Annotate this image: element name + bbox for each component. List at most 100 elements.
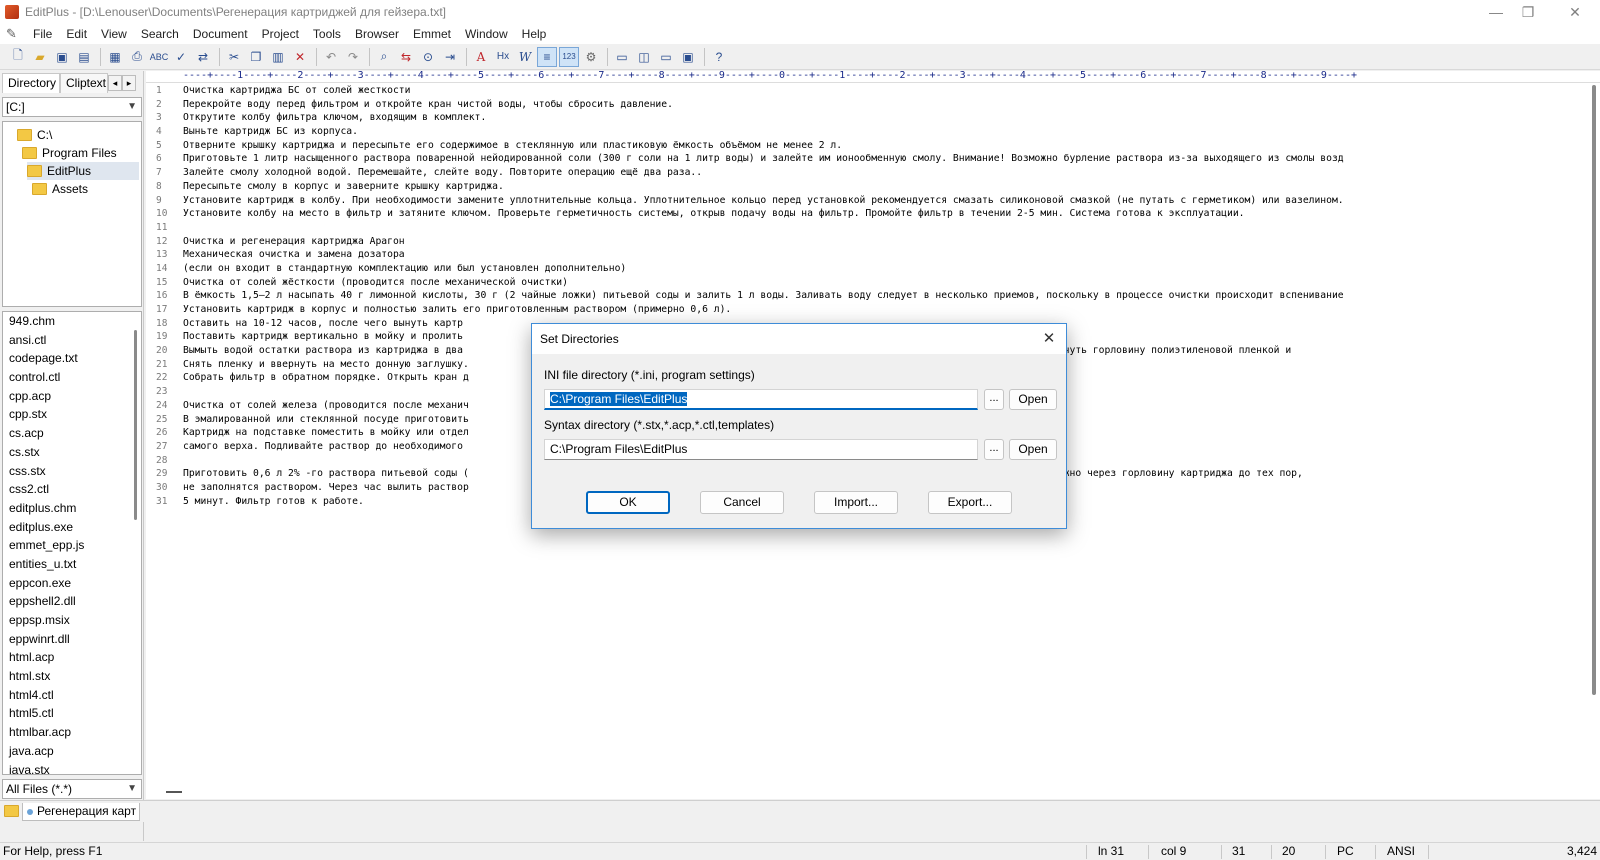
file-item[interactable]: html.stx (3, 667, 141, 686)
text-line[interactable]: Очистка и регенерация картриджа Арагон (183, 235, 1555, 249)
close-button[interactable]: ✕ (1552, 0, 1598, 24)
document-tab[interactable]: Регенерация карт (22, 803, 141, 821)
file-item[interactable]: html5.ctl (3, 704, 141, 723)
file-item[interactable]: eppcon.exe (3, 574, 141, 593)
file-item[interactable]: htmlbar.acp (3, 723, 141, 742)
screen-2-icon[interactable]: ◫ (634, 47, 654, 67)
text-line[interactable]: Установите картридж в колбу. При необход… (183, 194, 1555, 208)
text-line[interactable]: В ёмкость 1,5–2 л насыпать 40 г лимонной… (183, 289, 1555, 303)
file-item[interactable]: cs.stx (3, 443, 141, 462)
save-all-icon[interactable]: ▤ (74, 47, 94, 67)
file-item[interactable]: css.stx (3, 462, 141, 481)
text-line[interactable]: (если он входит в стандартную комплектац… (183, 262, 1555, 276)
tab-scroll-right-icon[interactable]: ▸ (122, 75, 136, 91)
open-icon[interactable]: ▰ (30, 47, 50, 67)
redo-icon[interactable]: ↷ (343, 47, 363, 67)
tab-scroll-left-icon[interactable]: ◂ (108, 75, 122, 91)
file-item[interactable]: editplus.exe (3, 518, 141, 537)
file-item[interactable]: eppshell2.dll (3, 592, 141, 611)
text-line[interactable]: Механическая очистка и замена дозатора (183, 248, 1555, 262)
export-button[interactable]: Export... (928, 491, 1012, 514)
screen-4-icon[interactable]: ▣ (678, 47, 698, 67)
file-item[interactable]: cs.acp (3, 424, 141, 443)
tree-node-root[interactable]: C:\ (17, 126, 52, 144)
cut-icon[interactable]: ✂ (224, 47, 244, 67)
word-wrap-icon[interactable]: W (515, 47, 535, 67)
file-item[interactable]: cpp.stx (3, 405, 141, 424)
dialog-close-icon[interactable]: ✕ (1040, 330, 1058, 348)
text-line[interactable]: Установить картридж в корпус и полностью… (183, 303, 1555, 317)
undo-icon[interactable]: ↶ (321, 47, 341, 67)
menu-view[interactable]: View (94, 24, 134, 44)
file-item[interactable]: java.stx (3, 761, 141, 775)
file-item[interactable]: entities_u.txt (3, 555, 141, 574)
font-icon[interactable]: A (471, 47, 491, 67)
go-to-icon[interactable]: ⇥ (440, 47, 460, 67)
text-line[interactable] (183, 221, 1555, 235)
text-line[interactable]: Залейте смолу холодной водой. Перемешайт… (183, 166, 1555, 180)
ini-directory-field[interactable]: C:\Program Files\EditPlus (544, 389, 978, 410)
file-item[interactable]: html4.ctl (3, 686, 141, 705)
cancel-button[interactable]: Cancel (700, 491, 784, 514)
menu-help[interactable]: Help (515, 24, 554, 44)
file-item[interactable]: control.ctl (3, 368, 141, 387)
menu-browser[interactable]: Browser (348, 24, 406, 44)
menu-window[interactable]: Window (458, 24, 515, 44)
save-icon[interactable]: ▣ (52, 47, 72, 67)
syntax-directory-field[interactable]: C:\Program Files\EditPlus (544, 439, 978, 460)
check-icon[interactable]: ✓ (171, 47, 191, 67)
tab-directory[interactable]: Directory (2, 73, 60, 93)
ini-open-button[interactable]: Open (1009, 389, 1057, 410)
file-item[interactable]: html.acp (3, 648, 141, 667)
file-list-scrollbar[interactable] (134, 330, 137, 520)
replace-icon[interactable]: ⇆ (396, 47, 416, 67)
ok-button[interactable]: OK (586, 491, 670, 514)
vertical-scrollbar[interactable] (1592, 85, 1596, 695)
horizontal-scrollbar[interactable] (166, 791, 182, 793)
syntax-browse-button[interactable]: ... (984, 439, 1004, 460)
text-line[interactable]: Перекройте воду перед фильтром и откройт… (183, 98, 1555, 112)
text-line[interactable]: Выньте картридж БС из корпуса. (183, 125, 1555, 139)
file-item[interactable]: eppsp.msix (3, 611, 141, 630)
menu-search[interactable]: Search (134, 24, 186, 44)
find-in-files-icon[interactable]: ⊙ (418, 47, 438, 67)
maximize-button[interactable]: ❐ (1505, 0, 1551, 24)
print-preview-icon[interactable]: ▦ (105, 47, 125, 67)
file-item[interactable]: 949.chm (3, 312, 141, 331)
menu-file[interactable]: File (26, 24, 59, 44)
syntax-open-button[interactable]: Open (1009, 439, 1057, 460)
ftp-icon[interactable]: ⇄ (193, 47, 213, 67)
screen-1-icon[interactable]: ▭ (612, 47, 632, 67)
file-item[interactable]: java.acp (3, 742, 141, 761)
file-filter-select[interactable]: All Files (*.*) ▼ (2, 779, 142, 799)
menu-document[interactable]: Document (186, 24, 255, 44)
hex-icon[interactable]: Hx (493, 47, 513, 67)
file-item[interactable]: ansi.ctl (3, 331, 141, 350)
text-line[interactable]: Открутите колбу фильтра ключом, входящим… (183, 111, 1555, 125)
new-file-icon[interactable]: 🗋 (8, 47, 28, 67)
text-line[interactable]: Очистка от солей жёсткости (проводится п… (183, 276, 1555, 290)
file-item[interactable]: cpp.acp (3, 387, 141, 406)
tab-cliptext[interactable]: Cliptext (60, 73, 108, 93)
file-item[interactable]: emmet_epp.js (3, 536, 141, 555)
import-button[interactable]: Import... (814, 491, 898, 514)
file-item[interactable]: css2.ctl (3, 480, 141, 499)
file-item[interactable]: eppwinrt.dll (3, 630, 141, 649)
delete-icon[interactable]: ✕ (290, 47, 310, 67)
tree-node-editplus[interactable]: EditPlus (27, 162, 139, 180)
menu-tools[interactable]: Tools (306, 24, 348, 44)
menu-emmet[interactable]: Emmet (406, 24, 458, 44)
text-line[interactable]: Приготовьте 1 литр насыщенного раствора … (183, 152, 1555, 166)
tree-node-program-files[interactable]: Program Files (22, 144, 117, 162)
find-icon[interactable]: ⌕ (374, 47, 394, 67)
text-line[interactable]: Пересыпьте смолу в корпус и заверните кр… (183, 180, 1555, 194)
paste-icon[interactable]: ▥ (268, 47, 288, 67)
tree-node-assets[interactable]: Assets (32, 180, 88, 198)
settings-icon[interactable]: ⚙ (581, 47, 601, 67)
menu-project[interactable]: Project (255, 24, 306, 44)
line-number-icon[interactable]: ≡ (537, 46, 557, 67)
screen-3-icon[interactable]: ▭ (656, 47, 676, 67)
ini-browse-button[interactable]: ... (984, 389, 1004, 410)
text-line[interactable]: Очистка картриджа БС от солей жесткости (183, 84, 1555, 98)
file-item[interactable]: codepage.txt (3, 349, 141, 368)
